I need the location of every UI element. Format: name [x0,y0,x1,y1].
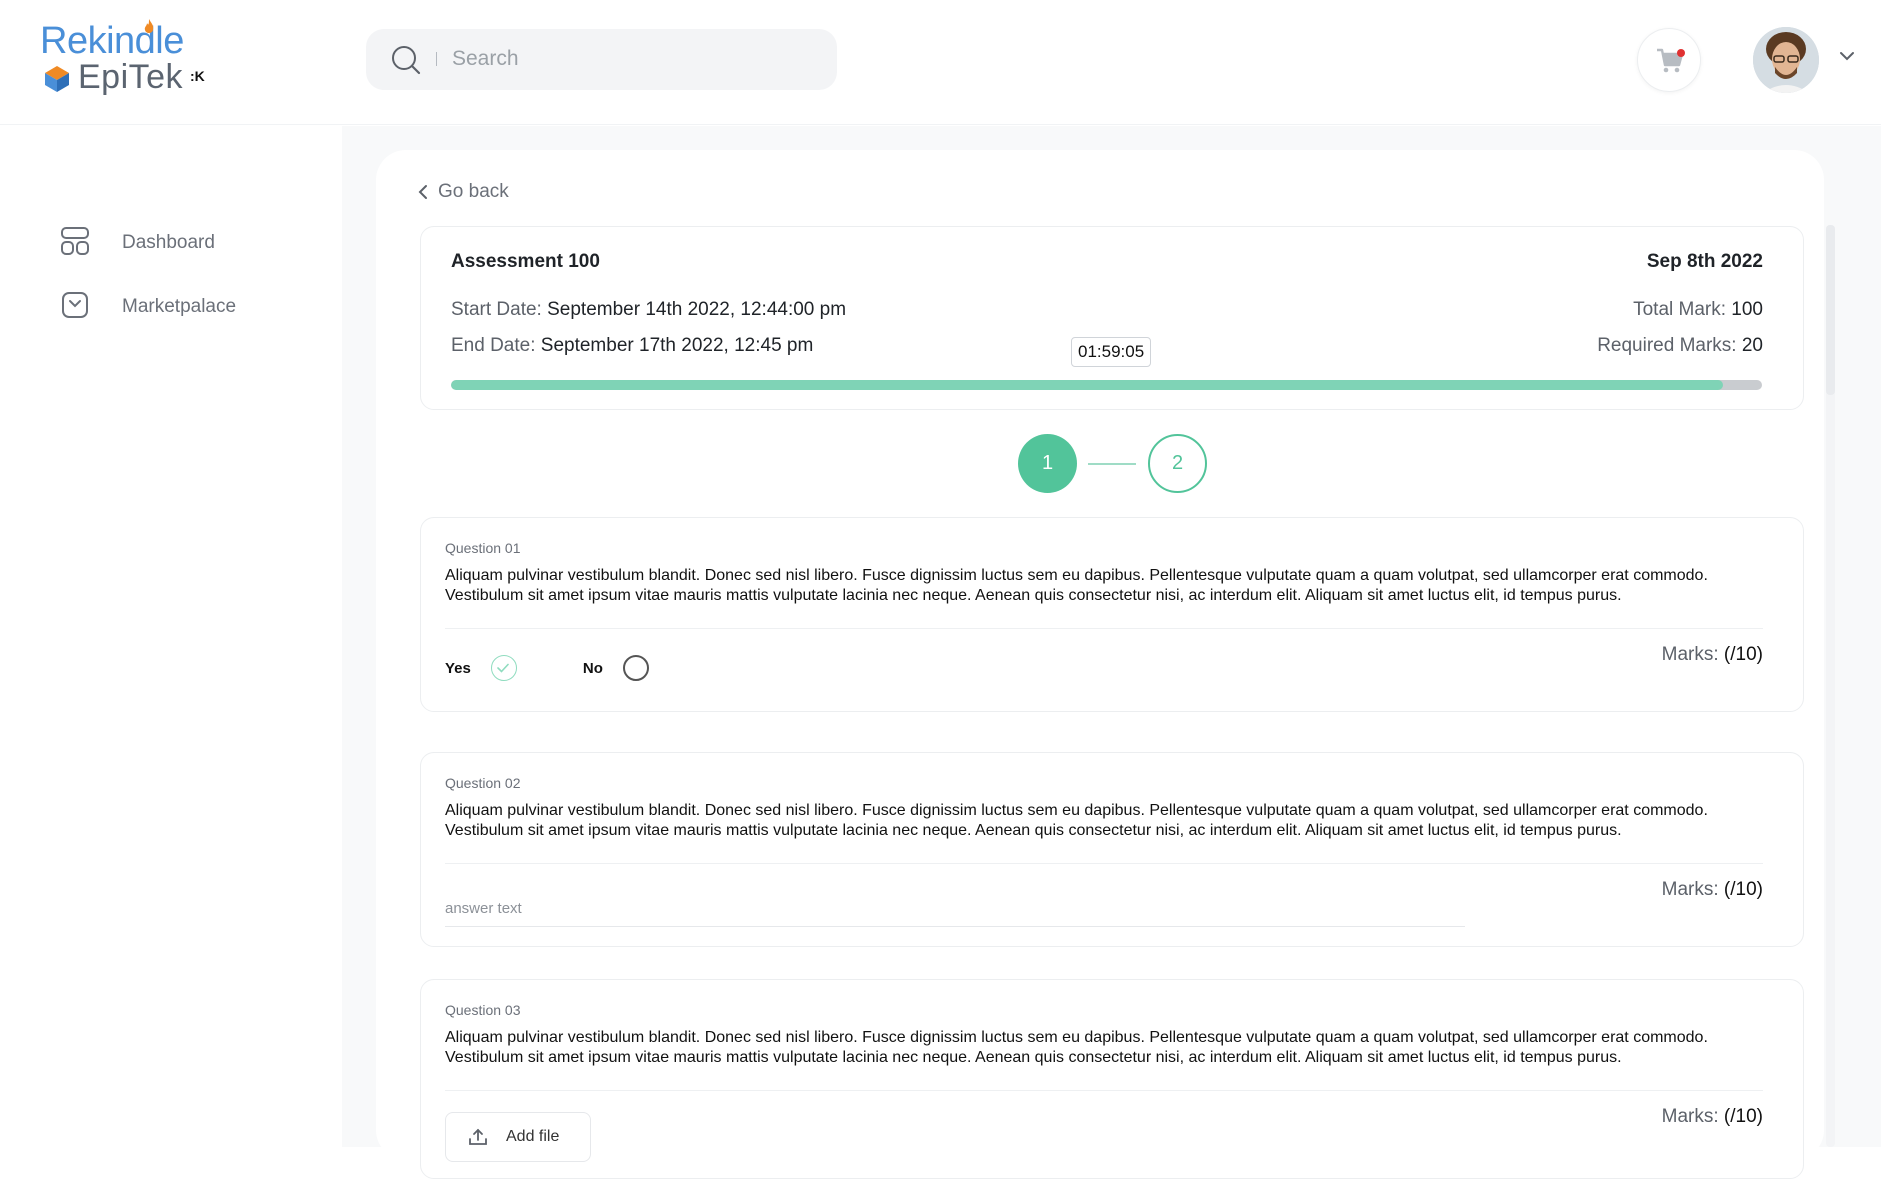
add-file-button[interactable]: Add file [445,1112,591,1162]
end-date: End Date: September 17th 2022, 12:45 pm [451,335,813,357]
step-connector [1088,463,1136,465]
no-radio[interactable] [622,655,649,681]
cart-notification-dot [1677,49,1685,57]
total-mark-value: 100 [1731,299,1763,320]
go-back-label: Go back [438,181,509,202]
question-label: Question 03 [445,1002,521,1018]
end-date-label: End Date: [451,335,541,356]
yes-radio[interactable] [490,655,517,681]
search-input[interactable] [452,41,812,77]
marks: Marks: (/10) [1662,1106,1763,1128]
cart-button[interactable] [1637,28,1701,92]
start-date: Start Date: September 14th 2022, 12:44:0… [451,299,846,321]
question-card: Question 03 Aliquam pulvinar vestibulum … [420,979,1804,1179]
marketplace-icon [62,292,88,318]
brand-logo[interactable]: Rekindle EpiTek :K [40,18,205,98]
divider [445,863,1763,864]
no-label: No [582,659,603,677]
countdown-timer: 01:59:05 [1071,337,1152,367]
start-date-value: September 14th 2022, 12:44:00 pm [547,299,847,320]
yes-label: Yes [445,659,471,677]
check-icon [497,663,510,673]
question-card: Question 01 Aliquam pulvinar vestibulum … [420,517,1804,712]
step-1[interactable]: 1 [1018,434,1077,493]
question-text: Aliquam pulvinar vestibulum blandit. Don… [445,567,1708,604]
answer-input[interactable] [445,891,1465,927]
divider [445,1090,1763,1091]
search-separator [436,52,437,66]
add-file-label: Add file [506,1128,560,1145]
chevron-down-icon[interactable] [1838,50,1856,62]
go-back-link[interactable]: Go back [418,181,509,203]
scrollbar-thumb[interactable] [1826,225,1835,395]
brand-name-epitek: EpiTek [78,58,184,96]
cube-icon [45,66,69,92]
required-marks-value: 20 [1741,335,1763,356]
marks: Marks: (/10) [1662,644,1763,666]
required-marks-label: Required Marks: [1597,335,1742,356]
marks-label: Marks: [1661,879,1724,900]
sidebar-item-label: Marketpalace [122,296,237,317]
marks-value: (/10) [1723,879,1763,900]
marks-label: Marks: [1661,644,1724,665]
question-text: Aliquam pulvinar vestibulum blandit. Don… [445,1029,1708,1066]
total-mark: Total Mark: 100 [1633,299,1763,321]
marks-value: (/10) [1723,1106,1763,1127]
sidebar-item-dashboard[interactable]: Dashboard [60,222,320,262]
user-avatar-image [1753,27,1819,93]
sidebar-item-marketplace[interactable]: Marketpalace [60,286,320,326]
question-card: Question 02 Aliquam pulvinar vestibulum … [420,752,1804,947]
divider [445,628,1763,629]
question-label: Question 02 [445,775,521,791]
question-label: Question 01 [445,540,521,556]
time-progress-bar [451,380,1762,390]
brand-mark: :K [190,68,205,84]
question-stepper: 1 2 [1018,434,1208,494]
start-date-label: Start Date: [451,299,548,320]
marks: Marks: (/10) [1662,879,1763,901]
assessment-title: Assessment 100 [451,251,600,272]
assessment-info-panel: Assessment 100 Sep 8th 2022 Start Date: … [420,226,1804,410]
brand-name-rekindle: Rekindle [40,20,184,62]
step-2[interactable]: 2 [1148,434,1207,493]
dashboard-icon [61,227,89,255]
avatar[interactable] [1753,27,1819,93]
total-mark-label: Total Mark: [1633,299,1732,320]
question-text: Aliquam pulvinar vestibulum blandit. Don… [445,802,1708,839]
marks-value: (/10) [1723,644,1763,665]
end-date-value: September 17th 2022, 12:45 pm [540,335,814,356]
marks-label: Marks: [1661,1106,1724,1127]
required-marks: Required Marks: 20 [1597,335,1763,357]
yes-no-options: Yes No [445,655,649,681]
search-bar [366,29,837,90]
search-icon [392,46,421,75]
sidebar: Dashboard Marketpalace [0,126,342,1147]
progress-fill [451,380,1723,390]
chevron-left-icon [418,185,427,199]
assessment-date: Sep 8th 2022 [1646,251,1763,272]
top-bar: Rekindle EpiTek :K [0,0,1881,125]
flame-icon [144,19,154,33]
sidebar-item-label: Dashboard [122,232,215,253]
upload-icon [469,1128,487,1145]
